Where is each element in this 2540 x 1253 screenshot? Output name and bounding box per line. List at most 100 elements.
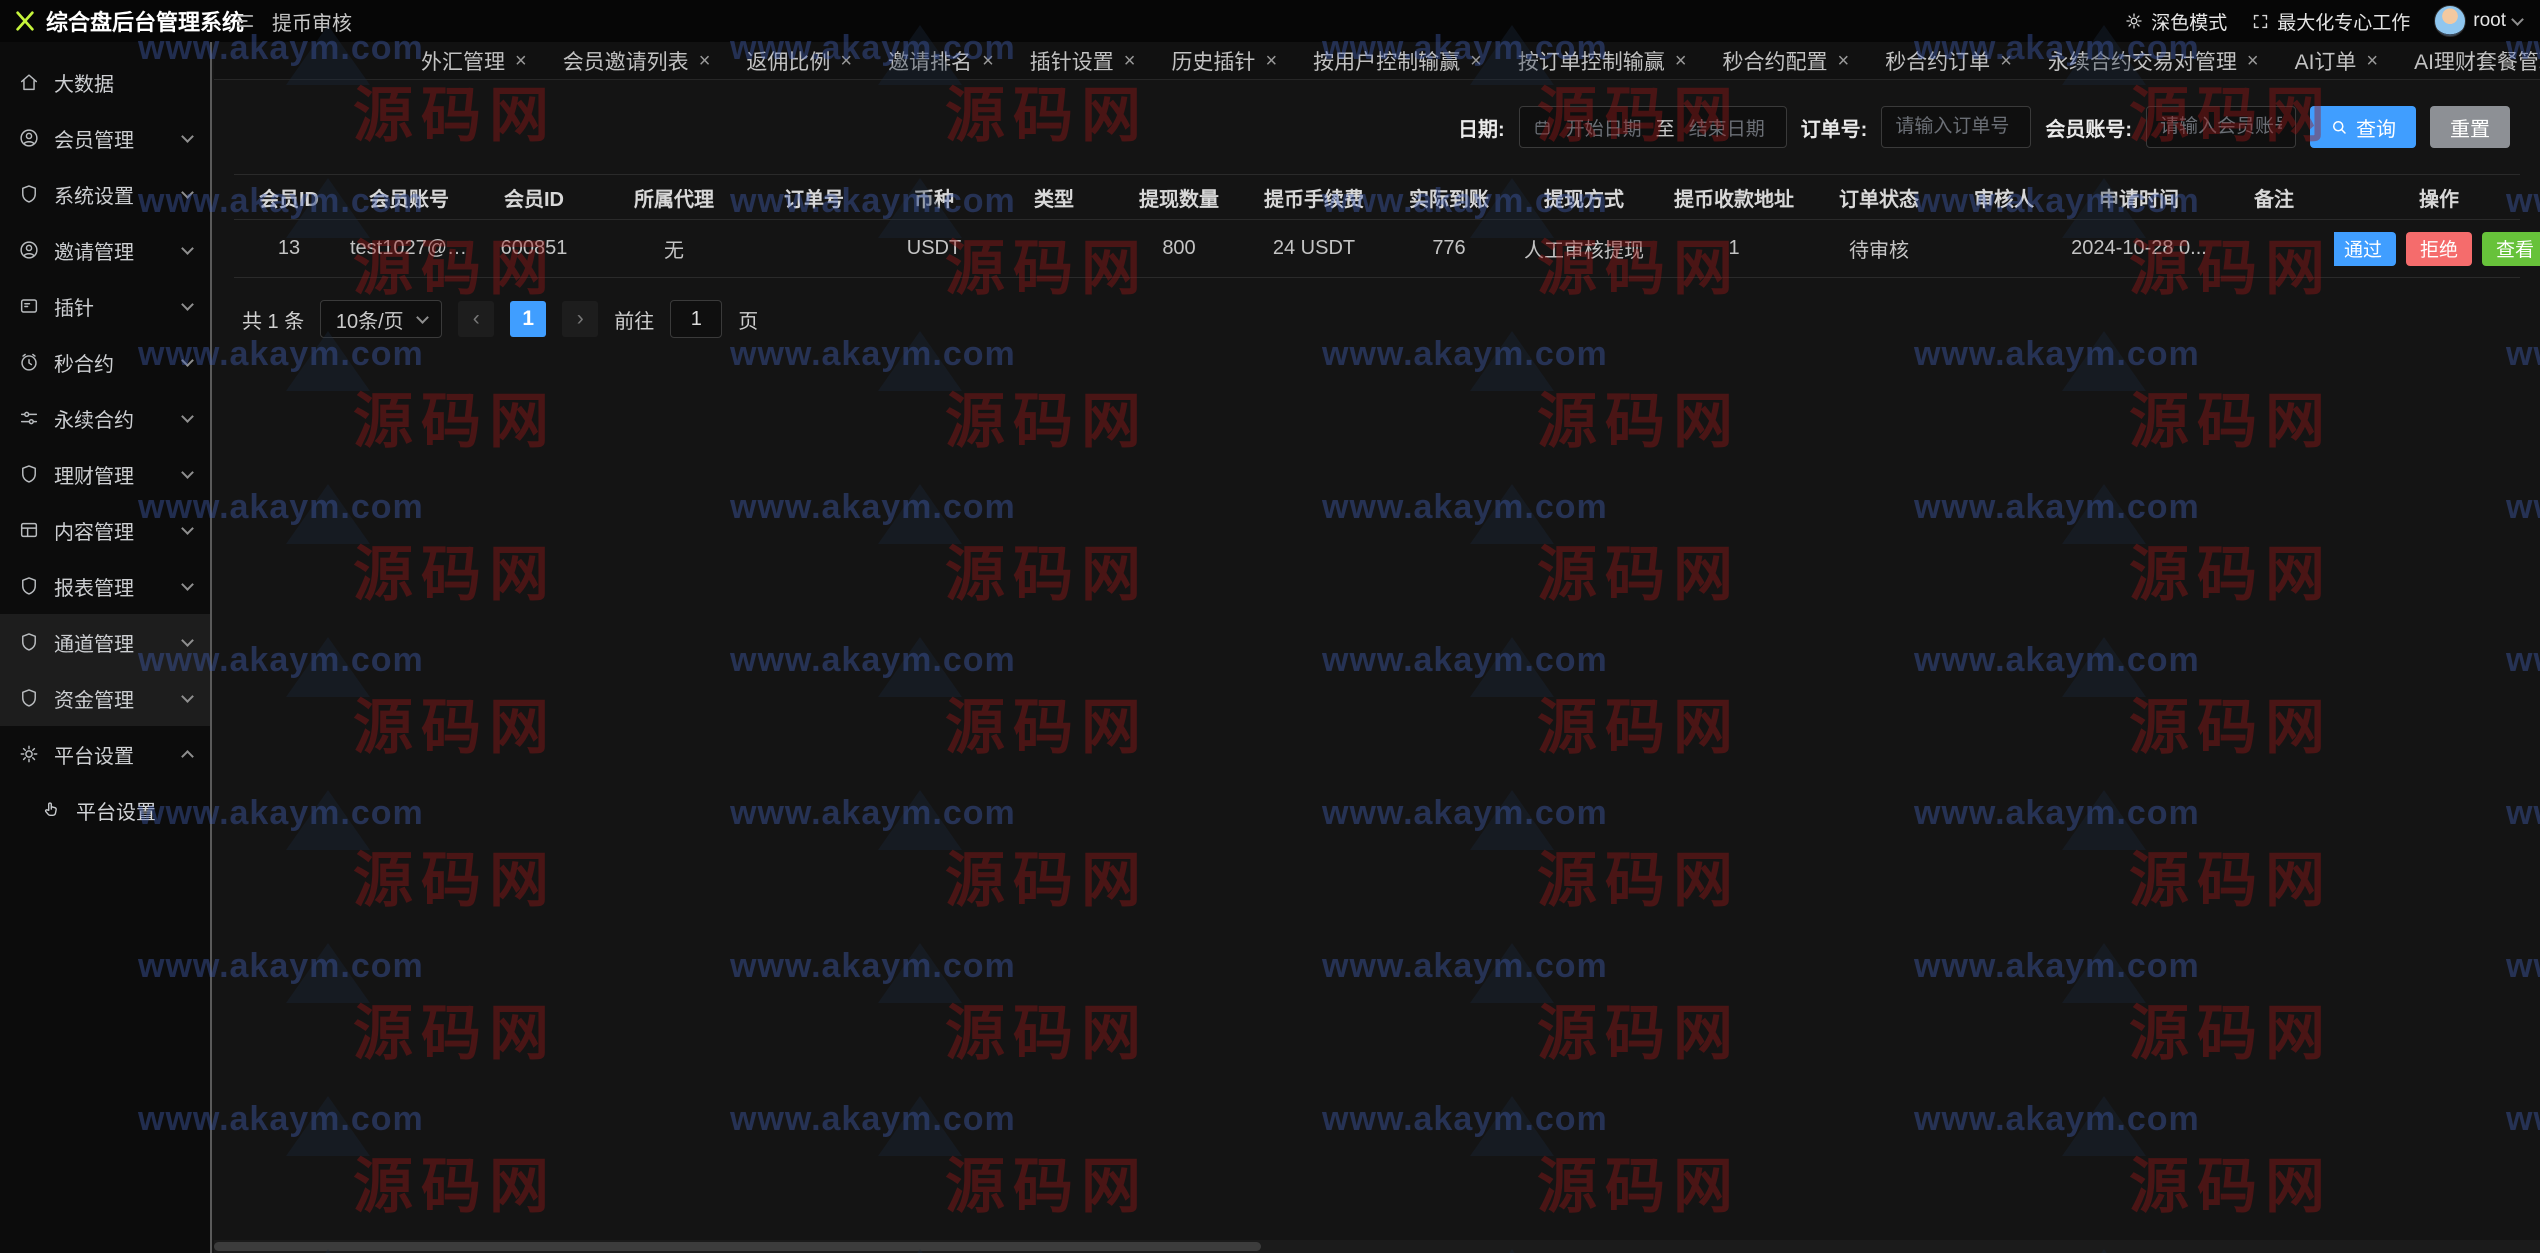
chevron-down-icon [2511,13,2524,26]
tab-close-icon[interactable]: × [982,51,994,71]
scrollbar-thumb[interactable] [214,1242,1261,1251]
tab-close-icon[interactable]: × [1124,51,1136,71]
header-cell: 提现方式 [1514,183,1654,212]
topbar: 综合盘后台管理系统 提币审核 深色模式 最大化专心工作 root [0,0,2540,42]
user-circle-icon [18,127,40,149]
chevron-down-icon [181,522,194,535]
card-icon [18,295,40,317]
chevron-down-icon [181,354,194,367]
tab[interactable]: 会员邀请列表× [548,42,726,80]
fullscreen-toggle[interactable]: 最大化专心工作 [2251,8,2410,35]
user-menu[interactable]: root [2434,5,2522,37]
table-cell: 800 [1114,237,1244,260]
sidebar-item-seconds-contract[interactable]: 秒合约 [0,334,210,390]
gear-icon [2124,11,2144,31]
sidebar: 大数据 会员管理 系统设置 邀请管理 插针 秒合约 永续合约 理财管理 [0,42,212,1253]
main-content: 外汇管理× 会员邀请列表× 返佣比例× 邀请排名× 插针设置× 历史插针× 按用… [214,0,2540,338]
chevron-down-icon [181,410,194,423]
view-button[interactable]: 查看 [2482,232,2540,266]
sidebar-item-bigdata[interactable]: 大数据 [0,54,210,110]
tab[interactable]: 按用户控制输赢× [1298,42,1497,80]
tab[interactable]: 秒合约配置× [1708,42,1865,80]
layout-icon [18,519,40,541]
tab[interactable]: 外汇管理× [406,42,542,80]
date-separator: 至 [1656,114,1675,141]
tab-close-icon[interactable]: × [840,51,852,71]
chevron-down-icon [181,690,194,703]
sidebar-item-reports[interactable]: 报表管理 [0,558,210,614]
date-range-input[interactable]: 开始日期 至 结束日期 [1519,106,1787,148]
table-cell: 2024-10-28 0... [2064,237,2214,260]
chevron-down-icon [181,578,194,591]
table-cell: 776 [1384,237,1514,260]
sidebar-item-wealth[interactable]: 理财管理 [0,446,210,502]
sidebar-item-platform-settings[interactable]: 平台设置 [0,726,210,782]
tab-close-icon[interactable]: × [2000,51,2012,71]
tab-close-icon[interactable]: × [515,51,527,71]
search-button[interactable]: 查询 [2310,106,2416,148]
sidebar-item-perpetual[interactable]: 永续合约 [0,390,210,446]
sidebar-item-system[interactable]: 系统设置 [0,166,210,222]
chevron-down-icon [181,466,194,479]
tab[interactable]: AI理财套餐管理× [2399,42,2540,80]
clock-icon [18,351,40,373]
chevron-down-icon [416,311,429,324]
page-size-select[interactable]: 10条/页 [320,300,442,338]
shield-icon [18,183,40,205]
app-logo-icon [14,10,36,32]
tab-close-icon[interactable]: × [2247,51,2259,71]
sidebar-item-funds[interactable]: 资金管理 [0,670,210,726]
header-cell: 提现数量 [1114,183,1244,212]
prev-page-button[interactable]: ‹ [458,301,494,337]
collapse-menu-icon[interactable] [234,10,256,32]
table-cell: test1027@gm... [344,237,474,260]
avatar [2434,5,2466,37]
total-count: 共 1 条 [242,305,304,334]
sidebar-item-members[interactable]: 会员管理 [0,110,210,166]
table-header: 会员ID 会员账号 会员ID 所属代理 订单号 币种 类型 提现数量 提币手续费… [234,174,2520,220]
order-input[interactable] [1881,106,2031,148]
tab[interactable]: AI订单× [2280,42,2394,80]
goto-page-input[interactable] [670,300,722,338]
tab[interactable]: 历史插针× [1156,42,1292,80]
dark-mode-toggle[interactable]: 深色模式 [2124,8,2227,35]
tab-close-icon[interactable]: × [699,51,711,71]
page-1-button[interactable]: 1 [510,301,546,337]
tab-close-icon[interactable]: × [1265,51,1277,71]
tab[interactable]: 秒合约订单× [1870,42,2027,80]
approve-button[interactable]: 通过 [2334,232,2396,266]
user-circle-icon [18,239,40,261]
chevron-down-icon [181,298,194,311]
header-cell: 订单号 [754,183,874,212]
tab-close-icon[interactable]: × [1838,51,1850,71]
tab[interactable]: 永续合约交易对管理× [2033,42,2274,80]
sidebar-item-invites[interactable]: 邀请管理 [0,222,210,278]
account-input[interactable] [2146,106,2296,148]
reset-button[interactable]: 重置 [2430,106,2510,148]
horizontal-scrollbar[interactable] [214,1240,2540,1253]
header-cell: 提币收款地址 [1654,183,1814,212]
shield-icon [18,631,40,653]
tabs-bar: 外汇管理× 会员邀请列表× 返佣比例× 邀请排名× 插针设置× 历史插针× 按用… [214,42,2540,80]
tab-close-icon[interactable]: × [1470,51,1482,71]
tab[interactable]: 返佣比例× [731,42,867,80]
filter-bar: 日期: 开始日期 至 结束日期 订单号: 会员账号: 查询 重置 [214,80,2540,168]
reject-button[interactable]: 拒绝 [2406,232,2472,266]
header-cell: 审核人 [1944,183,2064,212]
tab[interactable]: 插针设置× [1015,42,1151,80]
tab-close-icon[interactable]: × [1675,51,1687,71]
table-cell: 13 [234,237,344,260]
sidebar-item-content[interactable]: 内容管理 [0,502,210,558]
tab[interactable]: 邀请排名× [873,42,1009,80]
sidebar-item-pin[interactable]: 插针 [0,278,210,334]
header-cell: 申请时间 [2064,183,2214,212]
header-cell: 类型 [994,183,1114,212]
brand: 综合盘后台管理系统 [0,5,212,37]
sidebar-subitem-platform-settings[interactable]: 平台设置 [0,782,210,838]
date-label: 日期: [1458,113,1505,142]
tab[interactable]: 按订单控制输赢× [1503,42,1702,80]
header-cell: 操作 [2334,183,2540,212]
sidebar-item-channels[interactable]: 通道管理 [0,614,210,670]
next-page-button[interactable]: › [562,301,598,337]
tab-close-icon[interactable]: × [2366,51,2378,71]
